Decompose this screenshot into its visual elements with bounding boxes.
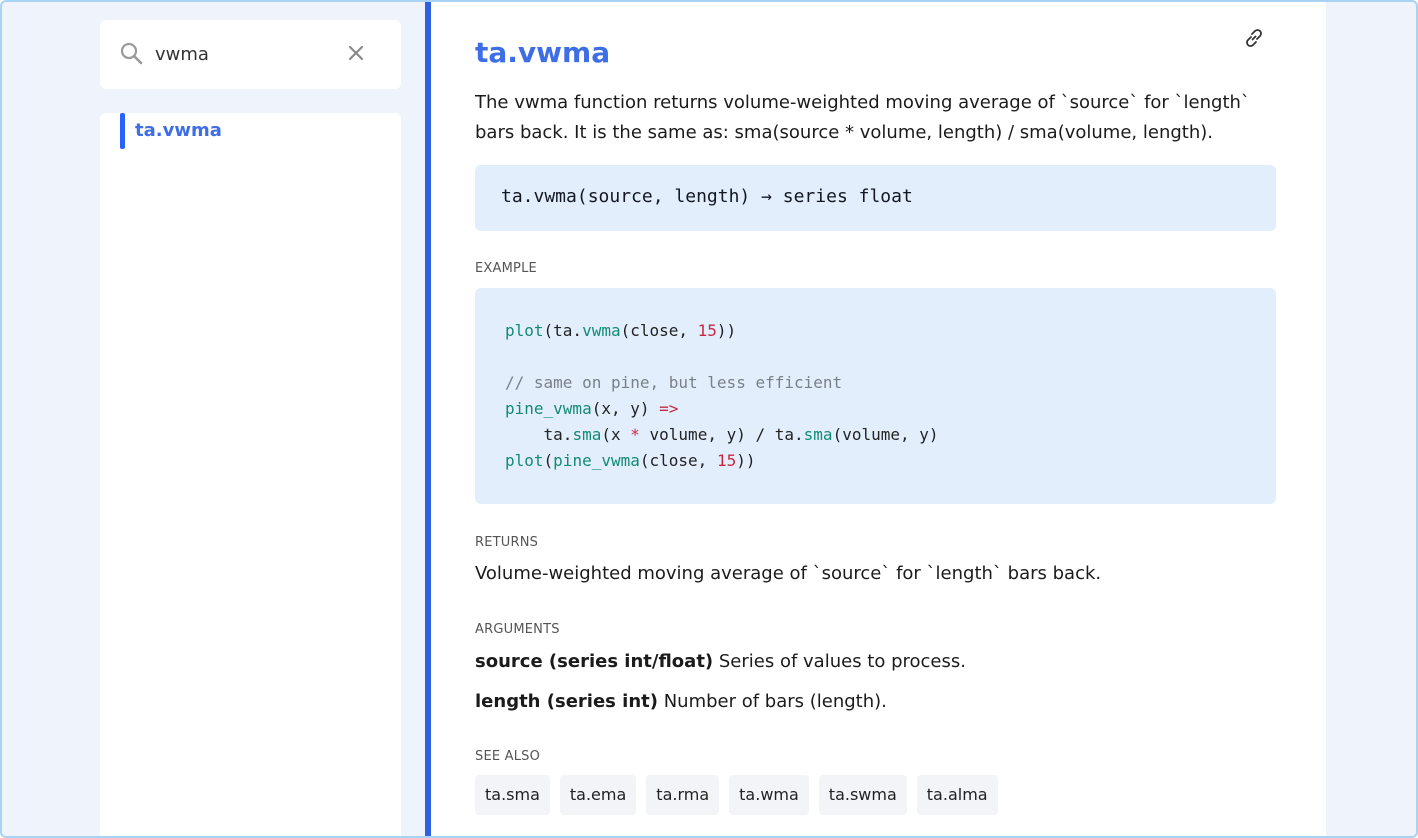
code-line-4: pine_vwma(x, y) => (505, 399, 679, 418)
returns-label: RETURNS (475, 535, 539, 550)
description: The vwma function returns volume-weighte… (475, 92, 1250, 143)
result-item-ta-vwma[interactable]: ta.vwma (120, 113, 380, 149)
see-also-ta-wma[interactable]: ta.wma (729, 775, 809, 815)
see-also-ta-alma[interactable]: ta.alma (916, 775, 998, 815)
page-title: ta.vwma (475, 36, 611, 69)
see-also-ta-rma[interactable]: ta.rma (646, 775, 720, 815)
see-also-list: ta.sma ta.ema ta.rma ta.wma ta.swma ta.a… (475, 775, 998, 815)
see-also-ta-swma[interactable]: ta.swma (818, 775, 907, 815)
clear-search-icon[interactable] (347, 44, 365, 62)
result-label: ta.vwma (135, 120, 222, 141)
example-label: EXAMPLE (475, 261, 537, 276)
code-line-3: // same on pine, but less efficient (505, 373, 843, 392)
signature-block: ta.vwma(source, length) → series float (475, 165, 1276, 231)
link-icon[interactable] (1240, 24, 1268, 52)
search-results-list: ta.vwma (100, 113, 401, 836)
search-icon (120, 42, 143, 65)
see-also-ta-sma[interactable]: ta.sma (475, 775, 550, 815)
code-line-1: plot(ta.vwma(close, 15)) (505, 321, 737, 340)
returns-text: Volume-weighted moving average of `sourc… (475, 563, 1102, 584)
app-frame: ta.vwma ta.vwma The vwma function return… (0, 0, 1418, 838)
argument-source: source (series int/float) Series of valu… (475, 651, 966, 672)
argument-length: length (series int) Number of bars (leng… (475, 691, 887, 712)
active-indicator (120, 113, 125, 149)
search-box (100, 20, 401, 89)
code-line-6: plot(pine_vwma(close, 15)) (505, 451, 756, 470)
arguments-label: ARGUMENTS (475, 622, 560, 637)
see-also-label: SEE ALSO (475, 749, 541, 764)
signature: ta.vwma(source, length) → series float (501, 186, 913, 207)
code-line-5: ta.sma(x * volume, y) / ta.sma(volume, y… (505, 425, 939, 444)
search-input[interactable] (155, 38, 355, 70)
see-also-ta-ema[interactable]: ta.ema (559, 775, 637, 815)
doc-panel: ta.vwma The vwma function returns volume… (431, 2, 1326, 836)
code-example: plot(ta.vwma(close, 15)) // same on pine… (475, 288, 1276, 504)
